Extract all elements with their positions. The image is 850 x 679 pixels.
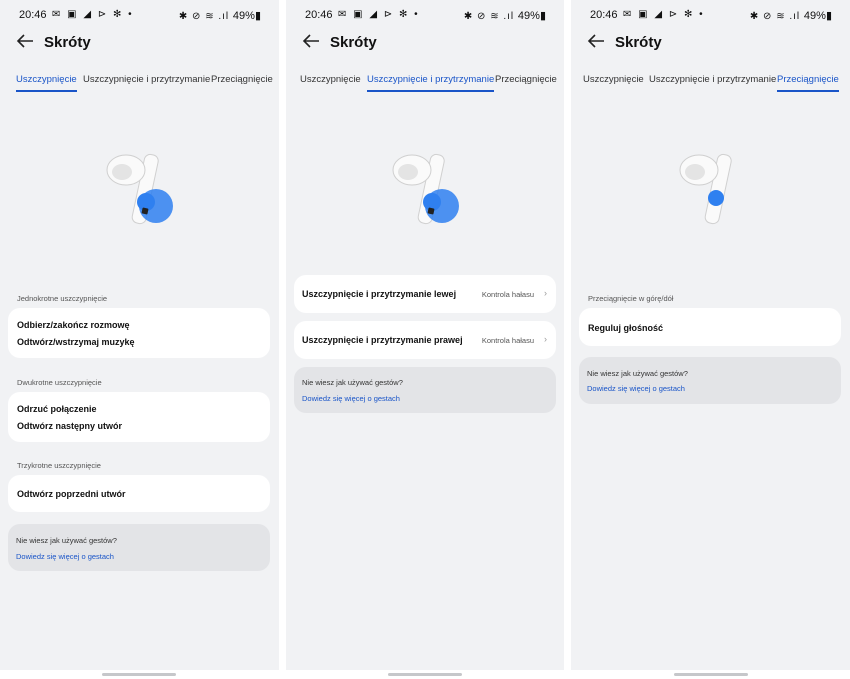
tab-bar: Uszczypnięcie Uszczypnięcie i przytrzyma… bbox=[286, 74, 564, 94]
card-line: Odtwórz następny utwór bbox=[17, 421, 123, 431]
system-icons: ✱ ⊘ ≋ .ıl 49%▮ bbox=[178, 10, 261, 22]
group-label: Przeciągnięcie w górę/dół bbox=[588, 294, 674, 303]
page-title: Skróty bbox=[330, 34, 377, 51]
right-hold-row[interactable]: Uszczypnięcie i przytrzymanie prawej Kon… bbox=[294, 321, 556, 359]
help-question: Nie wiesz jak używać gestów? bbox=[16, 536, 117, 545]
group-label: Jednokrotne uszczypnięcie bbox=[17, 294, 108, 303]
tab-pinch[interactable]: Uszczypnięcie bbox=[300, 74, 361, 90]
chevron-right-icon: › bbox=[544, 334, 547, 344]
earbud-illustration bbox=[675, 150, 755, 230]
earbud-illustration bbox=[388, 150, 468, 230]
learn-more-link[interactable]: Dowiedz się więcej o gestach bbox=[16, 552, 114, 561]
card-line: Odtwórz/wstrzymaj muzykę bbox=[17, 337, 135, 347]
tab-pinch[interactable]: Uszczypnięcie bbox=[16, 74, 77, 92]
tab-pinch-hold[interactable]: Uszczypnięcie i przytrzymanie bbox=[649, 74, 776, 90]
status-time: 20:46 bbox=[590, 9, 618, 21]
tab-pinch-hold[interactable]: Uszczypnięcie i przytrzymanie bbox=[367, 74, 495, 92]
page-title: Skróty bbox=[44, 34, 91, 51]
home-indicator bbox=[674, 673, 748, 676]
notification-icons: ✉ ▣ ◢ ⊳ ✻ • bbox=[338, 9, 420, 20]
card-line: Odrzuć połączenie bbox=[17, 404, 97, 414]
tab-bar: Uszczypnięcie Uszczypnięcie i przytrzyma… bbox=[571, 74, 850, 94]
status-bar: 20:46 ✉ ▣ ◢ ⊳ ✻ • ✱ ⊘ ≋ .ıl 49%▮ bbox=[286, 7, 564, 23]
row-label: Uszczypnięcie i przytrzymanie prawej bbox=[302, 335, 463, 345]
tab-pinch[interactable]: Uszczypnięcie bbox=[583, 74, 644, 90]
chevron-right-icon: › bbox=[544, 288, 547, 298]
system-icons: ✱ ⊘ ≋ .ıl 49%▮ bbox=[749, 10, 832, 22]
left-hold-row[interactable]: Uszczypnięcie i przytrzymanie lewej Kont… bbox=[294, 275, 556, 313]
status-time: 20:46 bbox=[305, 9, 333, 21]
battery-indicator: 49%▮ bbox=[803, 10, 832, 22]
notification-icons: ✉ ▣ ◢ ⊳ ✻ • bbox=[623, 9, 705, 20]
card-line: Odbierz/zakończ rozmowę bbox=[17, 320, 130, 330]
help-question: Nie wiesz jak używać gestów? bbox=[302, 378, 403, 387]
system-icons: ✱ ⊘ ≋ .ıl 49%▮ bbox=[463, 10, 546, 22]
status-bar: 20:46 ✉ ▣ ◢ ⊳ ✻ • ✱ ⊘ ≋ .ıl 49%▮ bbox=[0, 7, 279, 23]
learn-more-link[interactable]: Dowiedz się więcej o gestach bbox=[302, 394, 400, 403]
screen-pinch: 20:46 ✉ ▣ ◢ ⊳ ✻ • ✱ ⊘ ≋ .ıl 49%▮ Skróty … bbox=[0, 0, 279, 670]
card-line: Reguluj głośność bbox=[588, 323, 664, 333]
earbud-illustration bbox=[102, 150, 182, 230]
learn-more-link[interactable]: Dowiedz się więcej o gestach bbox=[587, 384, 685, 393]
row-value: Kontrola hałasu bbox=[481, 336, 534, 345]
help-question: Nie wiesz jak używać gestów? bbox=[587, 369, 688, 378]
triple-pinch-card[interactable]: Odtwórz poprzedni utwór bbox=[8, 475, 270, 512]
home-indicator bbox=[102, 673, 176, 676]
double-pinch-card[interactable]: Odrzuć połączenie Odtwórz następny utwór bbox=[8, 392, 270, 442]
screen-pinch-hold: 20:46 ✉ ▣ ◢ ⊳ ✻ • ✱ ⊘ ≋ .ıl 49%▮ Skróty … bbox=[286, 0, 564, 670]
card-line: Odtwórz poprzedni utwór bbox=[17, 489, 126, 499]
tab-pinch-hold[interactable]: Uszczypnięcie i przytrzymanie bbox=[83, 74, 210, 90]
status-time: 20:46 bbox=[19, 9, 47, 21]
tab-bar: Uszczypnięcie Uszczypnięcie i przytrzyma… bbox=[0, 74, 279, 94]
battery-indicator: 49%▮ bbox=[232, 10, 261, 22]
arrow-left-icon[interactable] bbox=[302, 33, 322, 53]
gesture-help-card: Nie wiesz jak używać gestów? Dowiedz się… bbox=[8, 524, 270, 571]
row-value: Kontrola hałasu bbox=[481, 290, 534, 299]
swipe-card[interactable]: Reguluj głośność bbox=[579, 308, 841, 346]
group-label: Dwukrotne uszczypnięcie bbox=[17, 378, 102, 387]
tab-swipe[interactable]: Przeciągnięcie bbox=[777, 74, 839, 92]
group-label: Trzykrotne uszczypnięcie bbox=[17, 461, 101, 470]
arrow-left-icon[interactable] bbox=[587, 33, 607, 53]
row-label: Uszczypnięcie i przytrzymanie lewej bbox=[302, 289, 457, 299]
gesture-help-card: Nie wiesz jak używać gestów? Dowiedz się… bbox=[294, 367, 556, 413]
status-bar: 20:46 ✉ ▣ ◢ ⊳ ✻ • ✱ ⊘ ≋ .ıl 49%▮ bbox=[571, 7, 850, 23]
battery-indicator: 49%▮ bbox=[517, 10, 546, 22]
gesture-help-card: Nie wiesz jak używać gestów? Dowiedz się… bbox=[579, 357, 841, 404]
home-indicator bbox=[388, 673, 462, 676]
tab-swipe[interactable]: Przeciągnięcie bbox=[495, 74, 557, 90]
single-pinch-card[interactable]: Odbierz/zakończ rozmowę Odtwórz/wstrzyma… bbox=[8, 308, 270, 358]
page-title: Skróty bbox=[615, 34, 662, 51]
screen-swipe: 20:46 ✉ ▣ ◢ ⊳ ✻ • ✱ ⊘ ≋ .ıl 49%▮ Skróty … bbox=[571, 0, 850, 670]
tab-swipe[interactable]: Przeciągnięcie bbox=[211, 74, 273, 90]
arrow-left-icon[interactable] bbox=[16, 33, 36, 53]
notification-icons: ✉ ▣ ◢ ⊳ ✻ • bbox=[52, 9, 134, 20]
